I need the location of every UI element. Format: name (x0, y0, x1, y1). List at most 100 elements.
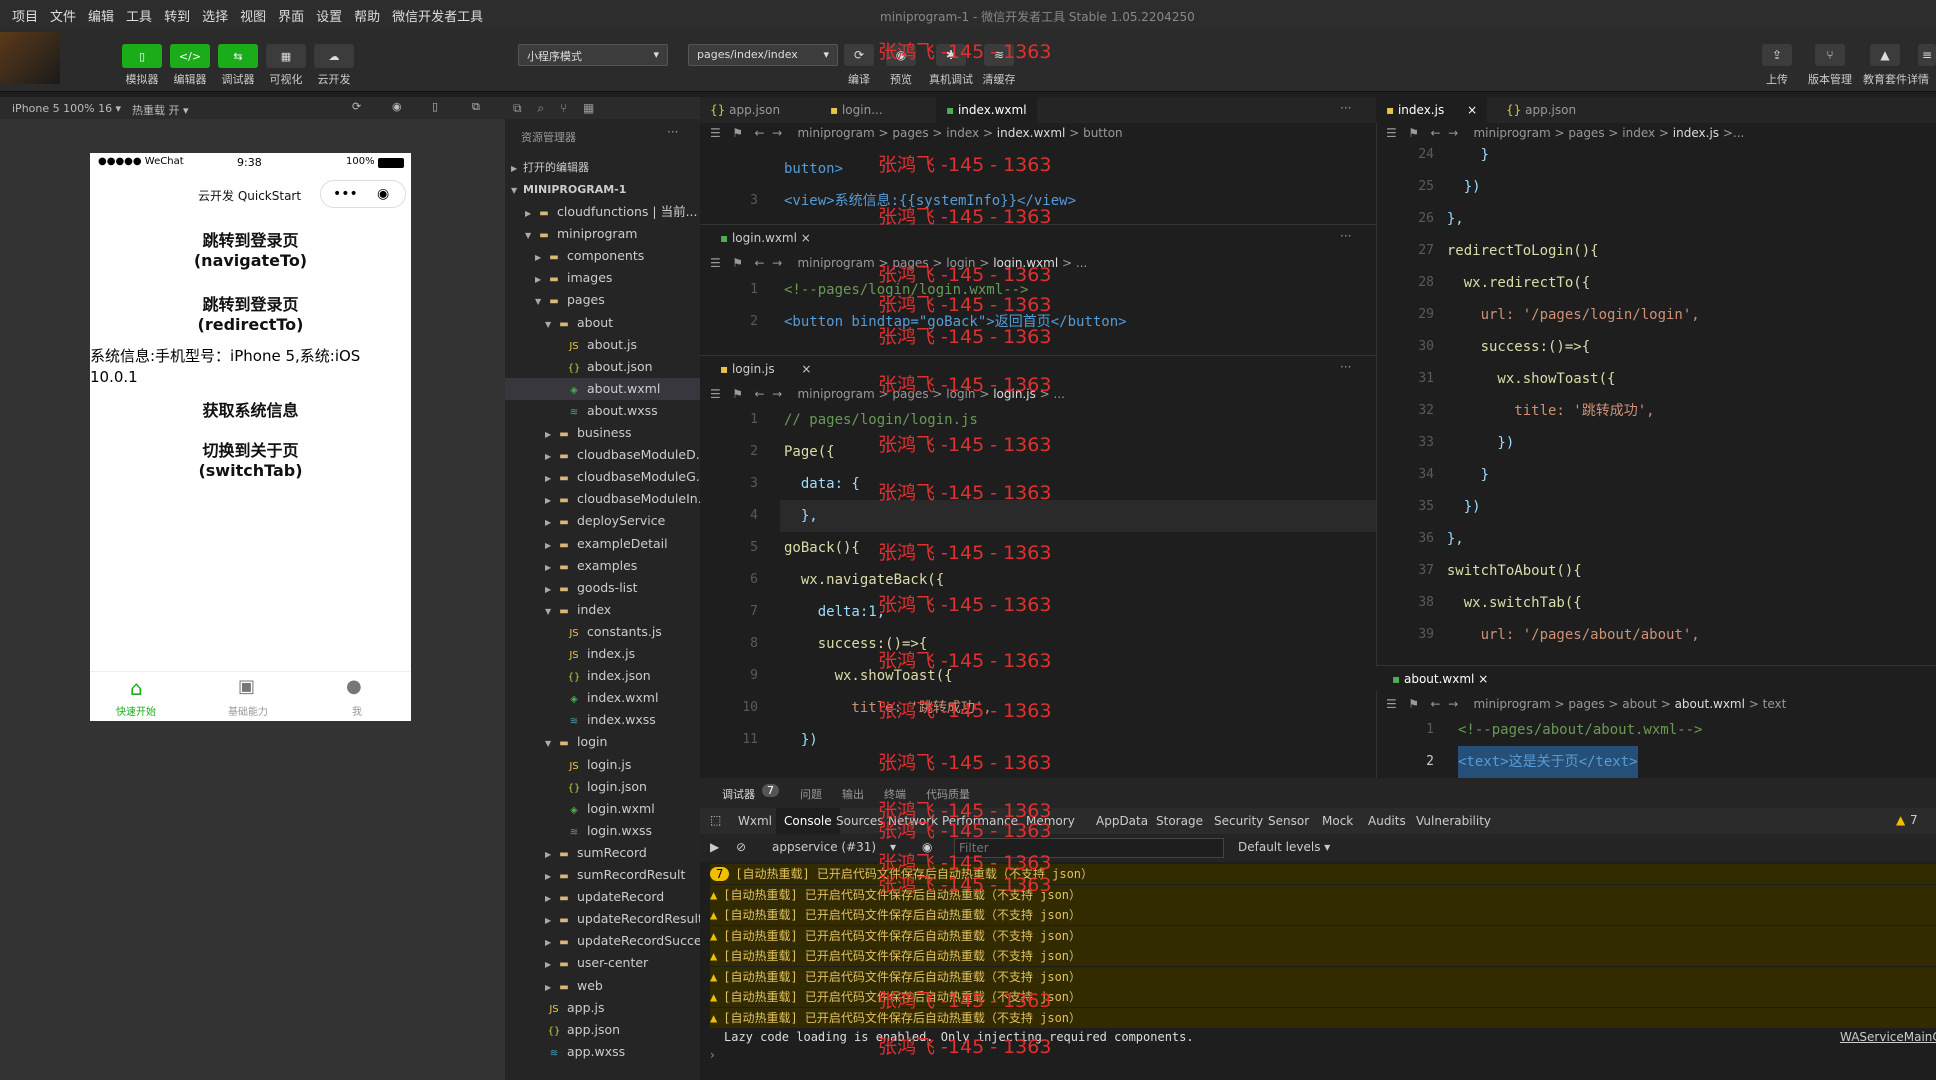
window-icon[interactable]: ⧉ (472, 100, 480, 114)
forward-icon[interactable]: → (772, 256, 782, 270)
file-tree-item[interactable]: ▶ ▬ cloudbaseModuleD... (505, 444, 708, 466)
tab-basic[interactable]: 基础能力 (228, 703, 268, 718)
upload-button[interactable]: ⇪ (1762, 44, 1792, 66)
code-line[interactable]: <!--pages/about/about.wxml--> (1458, 714, 1702, 746)
close-icon[interactable]: × (1467, 103, 1477, 117)
code-line[interactable]: wx.navigateBack({ (784, 564, 944, 596)
code-line[interactable]: }) (1430, 171, 1481, 203)
list-icon[interactable]: ☰ (710, 387, 721, 401)
file-tree-item[interactable]: ▶ ▬ examples (505, 555, 700, 577)
console-log-entry[interactable]: ▲ [自动热重载] 已开启代码文件保存后自动热重载（不支持 json） (710, 905, 1936, 925)
code-line[interactable]: }) (1430, 491, 1481, 523)
tab-app-json[interactable]: {} app.json (700, 97, 790, 123)
crumb-item[interactable]: index.wxml (997, 126, 1066, 140)
file-tree-item[interactable]: ▼ ▬ login (505, 731, 700, 753)
back-icon[interactable]: ← (754, 387, 764, 401)
code-line[interactable]: goBack(){ (784, 532, 860, 564)
more-icon[interactable]: ··· (1340, 360, 1351, 374)
code-line[interactable]: wx.showToast({ (1430, 363, 1615, 395)
code-line[interactable]: } (1430, 459, 1489, 491)
user-icon[interactable]: ● (346, 676, 362, 697)
devtools-tab-memory[interactable]: Memory (1018, 808, 1083, 834)
devtools-tab-performance[interactable]: Performance (934, 808, 1026, 834)
version-button[interactable]: ⑂ (1815, 44, 1845, 66)
bookmark-icon[interactable]: ⚑ (732, 126, 743, 140)
file-tree-item[interactable]: ▶ ▬ updateRecord (505, 886, 700, 908)
file-tree-item[interactable]: ▼ ▬ index (505, 599, 700, 621)
crumb-item[interactable]: miniprogram (1473, 126, 1550, 140)
crumb-item[interactable]: miniprogram (797, 256, 874, 270)
tab-output[interactable]: 输出 (842, 786, 864, 802)
code-line[interactable]: wx.redirectTo({ (1430, 267, 1590, 299)
tab-login-wxml[interactable]: ▪ login.wxml × (710, 225, 821, 251)
file-tree-item[interactable]: ≋ index.wxss (505, 709, 700, 731)
tab-login-js[interactable]: ▪ login.js × (710, 356, 821, 382)
file-tree-item[interactable]: JS login.js (505, 754, 700, 776)
code-line[interactable]: button> (784, 153, 843, 185)
devtools-tab-sensor[interactable]: Sensor (1260, 808, 1317, 834)
back-icon[interactable]: ← (1430, 126, 1440, 140)
console-log-entry[interactable]: ▲ [自动热重载] 已开启代码文件保存后自动热重载（不支持 json） (710, 946, 1936, 966)
phone-icon[interactable]: ▯ (432, 100, 438, 113)
crumb-item[interactable]: ... (1054, 387, 1065, 401)
forward-icon[interactable]: → (1448, 697, 1458, 711)
console-log-entry[interactable]: ▲ [自动热重载] 已开启代码文件保存后自动热重载（不支持 json） (710, 966, 1936, 987)
back-icon[interactable]: ← (754, 256, 764, 270)
eye-icon[interactable]: ◉ (922, 840, 932, 854)
search-icon[interactable]: ⌕ (537, 101, 544, 115)
file-tree-item[interactable]: JS constants.js (505, 621, 700, 643)
file-tree-item[interactable]: ▶ ▬ cloudbaseModuleIn... (505, 488, 710, 510)
file-tree-item[interactable]: ▶ ▬ images (505, 267, 700, 289)
refresh-icon[interactable]: ⟳ (352, 100, 361, 113)
tab-terminal[interactable]: 终端 (884, 786, 906, 802)
file-tree-item[interactable]: ▶ ▬ business (505, 422, 700, 444)
console-filter-input[interactable] (954, 838, 1224, 858)
code-line[interactable]: delta:1, (784, 596, 885, 628)
tab-debugger[interactable]: 调试器 (722, 786, 755, 802)
menu-wechat-devtools[interactable]: 微信开发者工具 (392, 6, 483, 25)
inspect-icon[interactable]: ⬚ (710, 813, 721, 827)
cloud-dev-button[interactable]: ☁ (314, 44, 354, 68)
code-line[interactable]: switchToAbout(){ (1430, 555, 1582, 587)
file-tree-item[interactable]: {} app.json (505, 1019, 700, 1041)
redirect-button-line2[interactable]: (redirectTo) (90, 315, 411, 334)
code-line[interactable]: url: '/pages/login/login', (1430, 299, 1700, 331)
page-select[interactable]: pages/index/index ▾ (688, 44, 838, 66)
open-editors-section[interactable]: ▶ 打开的编辑器 (505, 157, 700, 179)
bookmark-icon[interactable]: ⚑ (732, 387, 743, 401)
file-tree-item[interactable]: {} about.json (505, 356, 700, 378)
file-tree-item[interactable]: ▶ ▬ web (505, 975, 700, 997)
terminal-icon[interactable]: ▣ (238, 676, 255, 697)
close-icon[interactable]: × (1478, 672, 1488, 686)
back-icon[interactable]: ← (754, 126, 764, 140)
home-icon[interactable]: ⌂ (130, 676, 143, 700)
context-select[interactable]: appservice (#31) (772, 840, 876, 854)
devtools-tab-mock[interactable]: Mock (1314, 808, 1361, 834)
code-line[interactable]: }) (784, 724, 818, 756)
file-tree-item[interactable]: {} index.json (505, 665, 700, 687)
tab-me[interactable]: 我 (352, 703, 362, 718)
crumb-item[interactable]: about.wxml (1675, 697, 1745, 711)
code-line[interactable]: }, (1430, 203, 1464, 235)
file-tree-item[interactable]: ▶ ▬ deployService (505, 510, 700, 532)
console-log-entry[interactable]: 7 [自动热重载] 已开启代码文件保存后自动热重载（不支持 json） (710, 864, 1936, 884)
devtools-tab-audits[interactable]: Audits (1360, 808, 1414, 834)
mode-select[interactable]: 小程序模式 ▾ (518, 44, 668, 66)
crumb-item[interactable]: about (1622, 697, 1657, 711)
file-tree-item[interactable]: ≋ app.wxss (505, 1041, 700, 1063)
console-prompt-icon[interactable]: › (710, 1048, 715, 1062)
file-tree-item[interactable]: JS app.js (505, 997, 700, 1019)
crumb-item[interactable]: button (1083, 126, 1123, 140)
forward-icon[interactable]: → (772, 387, 782, 401)
visual-toggle-button[interactable]: ▦ (266, 44, 306, 68)
tab-problems[interactable]: 问题 (800, 786, 822, 802)
project-root[interactable]: ▼ MINIPROGRAM-1 (505, 179, 700, 201)
list-icon[interactable]: ☰ (710, 126, 721, 140)
crumb-item[interactable]: login.js (993, 387, 1036, 401)
code-line[interactable]: wx.showToast({ (784, 660, 953, 692)
list-icon[interactable]: ☰ (710, 256, 721, 270)
file-tree-item[interactable]: JS index.js (505, 643, 700, 665)
crumb-item[interactable]: miniprogram (797, 387, 874, 401)
close-circle-icon[interactable]: ◉ (377, 181, 389, 207)
switch-tab-button-line2[interactable]: (switchTab) (90, 461, 411, 480)
